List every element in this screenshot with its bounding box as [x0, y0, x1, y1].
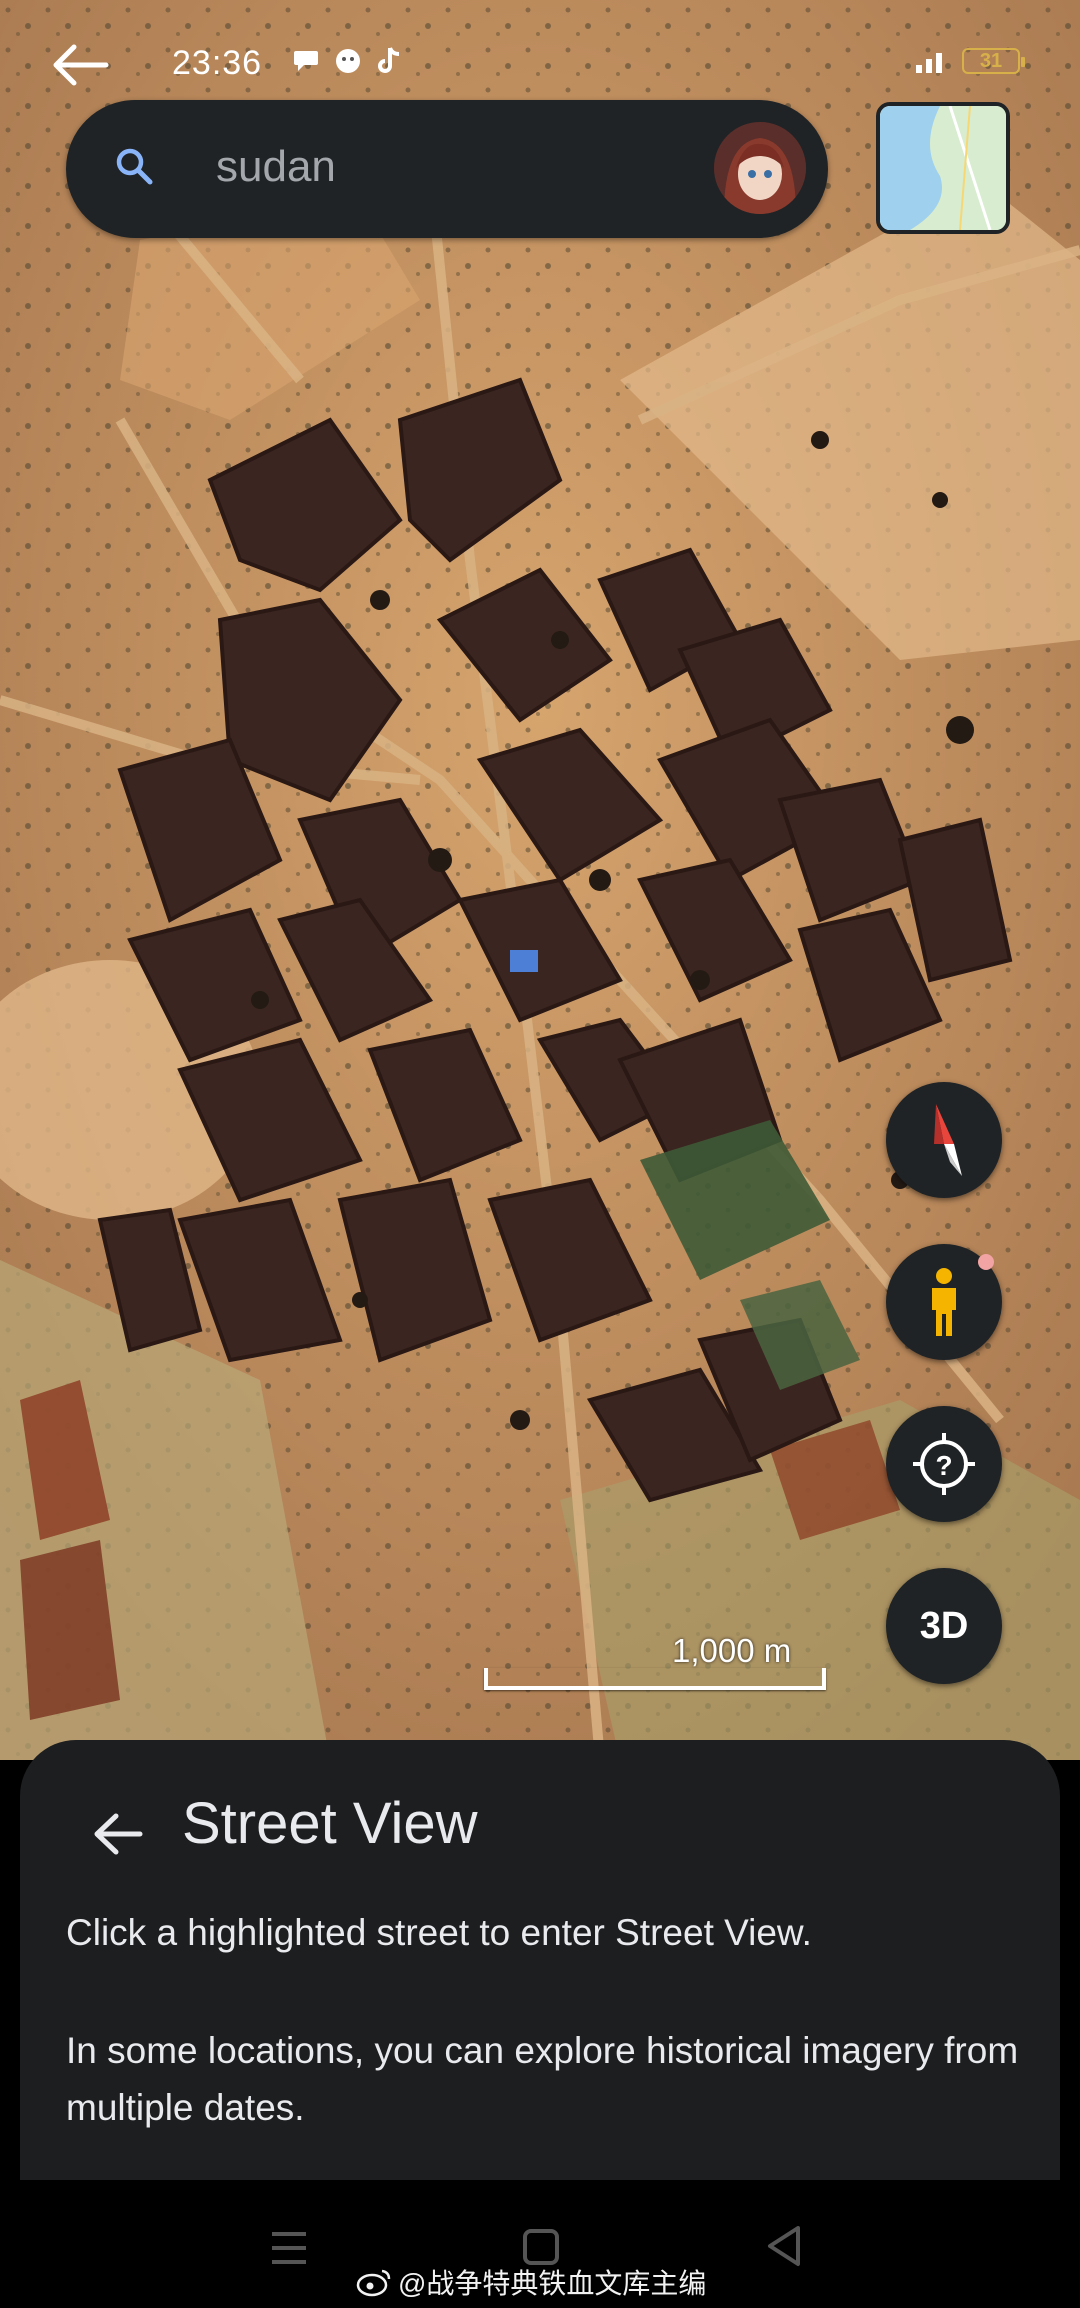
avatar[interactable]: [714, 122, 806, 214]
tiktok-icon: [378, 47, 400, 73]
weibo-icon: [356, 2269, 391, 2297]
watermark-text: @战争特典铁血文库主编: [398, 2268, 707, 2299]
panel-title: Street View: [182, 1791, 478, 1856]
back-arrow-icon[interactable]: [40, 30, 120, 100]
scale-bar: [484, 1668, 826, 1690]
location-button[interactable]: ?: [886, 1406, 1002, 1522]
panel-back-button[interactable]: [68, 1794, 168, 1874]
scale-label: 1,000 m: [672, 1632, 792, 1669]
pegman-icon: [932, 1268, 956, 1336]
search-input[interactable]: sudan: [216, 142, 336, 192]
back-arrow-icon: [94, 1813, 143, 1855]
system-indicators: 31: [914, 48, 1025, 74]
menu-nav-icon[interactable]: [268, 2228, 310, 2273]
notification-dot: [978, 1254, 994, 1270]
panel-instruction: Click a highlighted street to enter Stre…: [66, 1912, 812, 1953]
watermark: @战争特典铁血文库主编: [356, 2262, 706, 2302]
location-help-icon: ?: [913, 1433, 975, 1495]
3d-toggle-button[interactable]: 3D: [886, 1568, 1002, 1684]
status-time: 23:36: [172, 44, 263, 82]
search-bar[interactable]: sudan: [66, 100, 828, 238]
street-view-panel: Street View Click a highlighted street t…: [20, 1740, 1060, 2180]
compass-button[interactable]: [886, 1082, 1002, 1198]
back-nav-icon[interactable]: [764, 2224, 804, 2273]
panel-historical-note: In some locations, you can explore histo…: [66, 2030, 1019, 2128]
battery-level: 31: [979, 49, 1003, 72]
app-face-icon: [336, 49, 360, 73]
notification-icons: [292, 46, 402, 76]
battery-icon: 31: [962, 48, 1025, 74]
compass-icon: [934, 1104, 962, 1176]
search-icon[interactable]: [112, 144, 156, 193]
chat-bubble-icon: [294, 51, 318, 71]
map-layer-thumbnail[interactable]: [876, 102, 1010, 234]
svg-text:?: ?: [935, 1450, 952, 1481]
signal-icon: [916, 53, 942, 73]
